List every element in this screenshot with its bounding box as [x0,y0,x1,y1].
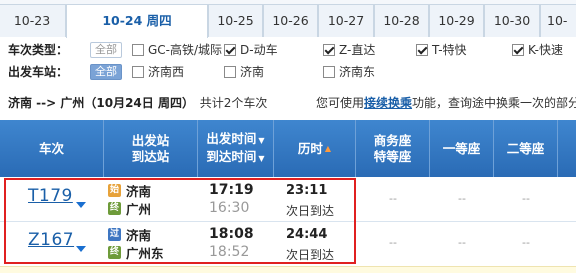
tab-date-10-26[interactable]: 10-26 [263,4,318,37]
transfer-hint: 您可使用接续换乘功能，查询途中换乘一次的部分列 [316,94,576,112]
tab-date-10-25[interactable]: 10-25 [208,4,263,37]
header-business-label: 商务座 [373,132,412,148]
departure-station-filter: 出发车站： 全部 济南西 济南 济南东 [8,62,408,82]
checkbox[interactable] [512,44,524,56]
route-summary: 济南 --> 广州（10月24日 周四） [8,96,194,110]
date-tab-bar: 10-23 10-24 周四 10-25 10-26 10-27 10-28 1… [0,0,576,38]
option-label: Z-直达 [339,43,376,57]
sort-arrive-time[interactable]: 到达时间 ▼ [206,149,264,167]
tab-date-10-29[interactable]: 10-29 [429,4,484,37]
tab-date-10-23[interactable]: 10-23 [0,4,66,37]
checkbox[interactable] [224,44,236,56]
tab-date-10-31[interactable]: 10-31 [540,4,576,37]
tab-date-10-30[interactable]: 10-30 [484,4,540,37]
header-train-label: 车次 [38,140,64,156]
second-class-availability: -- [522,236,530,249]
header-to-station: 到达站 [131,148,170,164]
header-more [558,120,576,177]
option-label: T-特快 [432,43,467,57]
first-class-availability: -- [458,192,466,205]
filter-option-k[interactable]: K-快速 [512,40,563,60]
option-label: 济南西 [148,65,185,79]
option-label: 济南 [240,65,265,79]
header-duration[interactable]: 历时 ▲ [274,120,356,177]
header-second-class: 二等座 [494,120,558,177]
hint-prefix: 您可使用 [316,96,365,110]
transfer-link[interactable]: 接续换乘 [364,96,412,110]
sort-asc-icon: ▲ [324,143,332,153]
filter-option-d[interactable]: D-动车 [224,40,278,60]
header-business-seat: 商务座 特等座 [356,120,430,177]
train-type-label: 车次类型： [8,43,69,57]
result-info-bar: 济南 --> 广州（10月24日 周四） 共计2个车次 您可使用接续换乘功能，查… [8,94,576,112]
hint-suffix: 功能，查询途中换乘一次的部分列 [412,96,576,110]
filter-option-jinan-west[interactable]: 济南西 [132,62,184,82]
filter-option-gc[interactable]: GC-高铁/城际 [132,40,222,60]
header-from-station: 出发站 [131,132,170,148]
filter-option-t[interactable]: T-特快 [416,40,467,60]
header-first-class: 一等座 [430,120,494,177]
header-special-label: 特等座 [373,148,412,164]
train-type-all-button[interactable]: 全部 [90,42,122,58]
option-label: K-快速 [528,43,563,57]
header-duration-label: 历时 [297,140,323,156]
business-seat-availability: -- [389,192,397,205]
train-count: 共计2个车次 [199,96,268,110]
option-label: D-动车 [240,43,278,57]
header-depart-time: 出发时间 [206,130,257,146]
checkbox[interactable] [323,44,335,56]
filter-option-jinan-east[interactable]: 济南东 [323,62,375,82]
first-class-availability: -- [458,236,466,249]
departure-station-label: 出发车站： [8,65,69,79]
checkbox[interactable] [132,44,144,56]
second-class-availability: -- [522,192,530,205]
header-station: 出发站 到达站 [104,120,198,177]
tab-date-10-27[interactable]: 10-27 [318,4,374,37]
checkbox[interactable] [132,66,144,78]
highlight-annotation-box [4,178,356,264]
departure-station-all-button[interactable]: 全部 [90,64,122,80]
sort-depart-time[interactable]: 出发时间 ▼ [206,131,264,149]
tab-date-10-28[interactable]: 10-28 [374,4,429,37]
sort-icon: ▼ [258,135,265,145]
option-label: GC-高铁/城际 [148,43,223,57]
tab-date-10-24[interactable]: 10-24 周四 [66,4,208,38]
business-seat-availability: -- [389,236,397,249]
option-label: 济南东 [339,65,376,79]
checkbox[interactable] [323,66,335,78]
results-table-header: 车次 出发站 到达站 出发时间 ▼ 到达时间 ▼ 历时 ▲ 商务座 特等座 一等座 二… [0,120,576,177]
sort-icon: ▼ [258,153,265,163]
filter-option-z[interactable]: Z-直达 [323,40,375,60]
header-first-class-label: 一等座 [442,140,481,156]
checkbox[interactable] [224,66,236,78]
header-arrive-time: 到达时间 [206,148,257,164]
train-type-filter: 车次类型： 全部 GC-高铁/城际 D-动车 Z-直达 T-特快 K-快速 [8,40,576,60]
checkbox[interactable] [416,44,428,56]
header-time: 出发时间 ▼ 到达时间 ▼ [198,120,274,177]
filter-option-jinan[interactable]: 济南 [224,62,264,82]
header-second-class-label: 二等座 [506,140,545,156]
header-train: 车次 [0,120,104,177]
bottom-notice-strip [0,266,576,273]
